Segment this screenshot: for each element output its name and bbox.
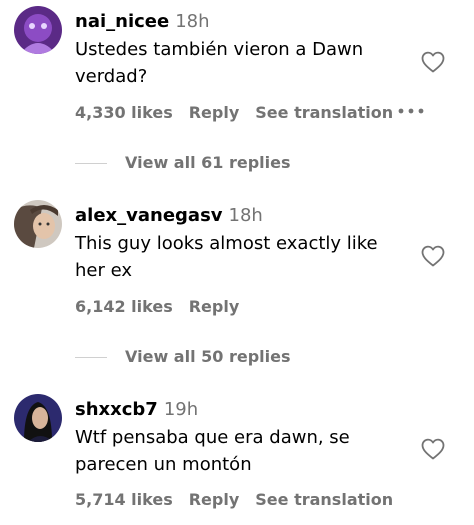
username[interactable]: shxxcb7 bbox=[75, 399, 158, 420]
like-count[interactable]: 4,330 likes bbox=[75, 103, 173, 122]
timestamp: 18h bbox=[175, 11, 210, 32]
divider-line bbox=[75, 163, 107, 164]
reply-button[interactable]: Reply bbox=[189, 297, 240, 316]
comment-header: alex_vanegasv 18h bbox=[75, 205, 263, 227]
avatar-image bbox=[14, 394, 62, 442]
divider-line bbox=[75, 357, 107, 358]
reply-button[interactable]: Reply bbox=[189, 490, 240, 509]
like-count[interactable]: 6,142 likes bbox=[75, 297, 173, 316]
more-horizontal-icon[interactable] bbox=[398, 108, 424, 114]
timestamp: 19h bbox=[163, 399, 199, 420]
comment-header: shxxcb7 19h bbox=[75, 399, 198, 421]
avatar-image bbox=[14, 6, 62, 54]
comment-actions: 4,330 likes Reply See translation bbox=[75, 103, 409, 123]
avatar[interactable] bbox=[14, 200, 62, 248]
like-count[interactable]: 5,714 likes bbox=[75, 490, 173, 509]
comment-header: nai_nicee 18h bbox=[75, 11, 210, 33]
username[interactable]: alex_vanegasv bbox=[75, 205, 223, 226]
avatar[interactable] bbox=[14, 6, 62, 54]
heart-outline-icon[interactable] bbox=[421, 51, 445, 73]
timestamp: 18h bbox=[228, 205, 263, 226]
comment-text: This guy looks almost exactly like her e… bbox=[75, 233, 378, 281]
avatar-image bbox=[14, 200, 62, 248]
view-replies-label: View all 61 replies bbox=[125, 153, 291, 172]
see-translation-button[interactable]: See translation bbox=[255, 490, 393, 509]
comment-text: Wtf pensaba que era dawn, se parecen un … bbox=[75, 427, 350, 475]
view-replies-button[interactable]: View all 61 replies bbox=[75, 153, 291, 173]
comment-actions: 5,714 likes Reply See translation bbox=[75, 490, 409, 510]
reply-button[interactable]: Reply bbox=[189, 103, 240, 122]
view-replies-button[interactable]: View all 50 replies bbox=[75, 347, 291, 367]
comment-text: Ustedes también vieron a Dawn verdad? bbox=[75, 39, 364, 87]
avatar[interactable] bbox=[14, 394, 62, 442]
see-translation-button[interactable]: See translation bbox=[255, 103, 393, 122]
heart-outline-icon[interactable] bbox=[421, 245, 445, 267]
username[interactable]: nai_nicee bbox=[75, 11, 169, 32]
view-replies-label: View all 50 replies bbox=[125, 347, 291, 366]
comment-actions: 6,142 likes Reply bbox=[75, 297, 255, 317]
heart-outline-icon[interactable] bbox=[421, 438, 445, 460]
